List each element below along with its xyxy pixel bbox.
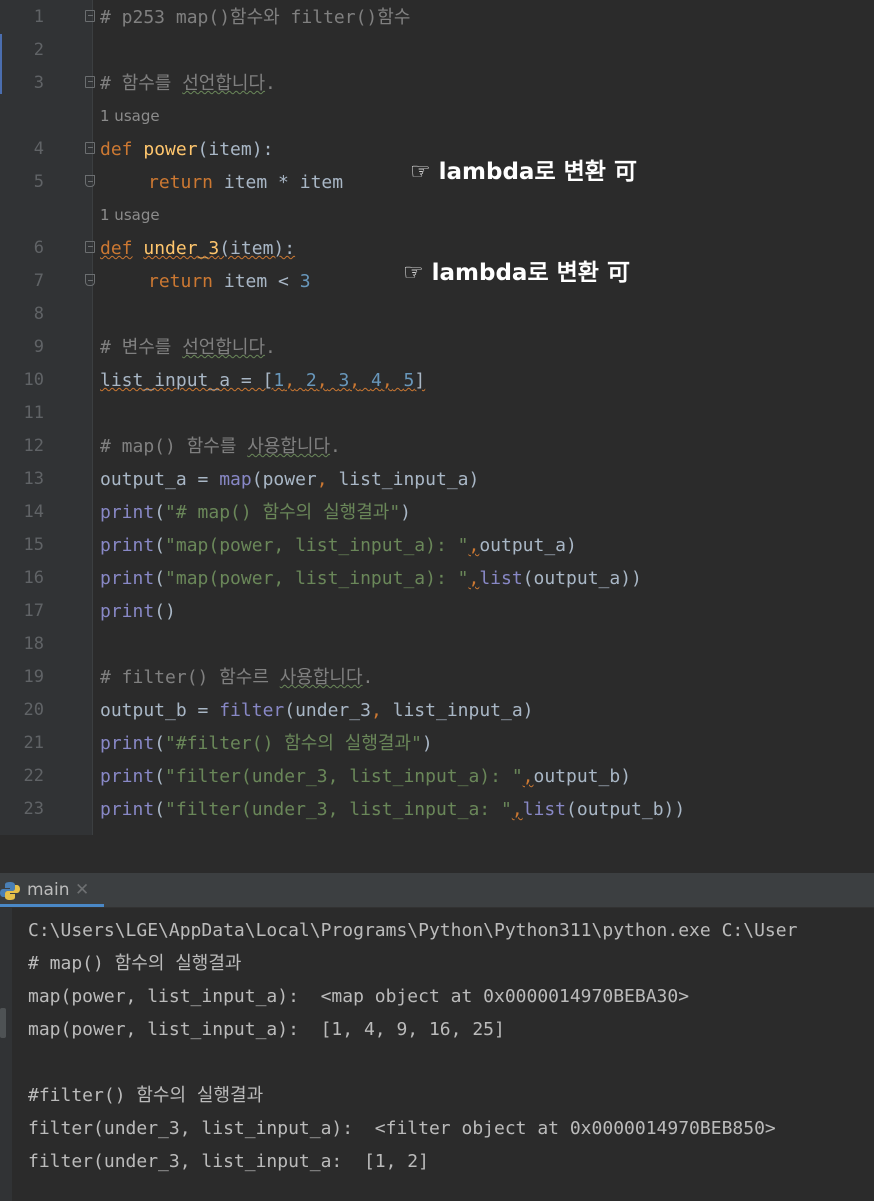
line-number: 2 [33,40,44,60]
line-number: 7 [33,271,44,291]
function-name-power: power [143,139,198,160]
run-panel: main ✕ C:\Users\LGE\AppData\Local\Progra… [0,835,874,1201]
console-line: map(power, list_input_a): [1, 4, 9, 16, … [28,1019,505,1040]
code-line-8[interactable]: 8 [0,298,874,331]
function-name-under-3: under_3 [143,238,220,259]
python-icon [0,881,20,901]
usage-hint[interactable]: 1 usage [100,100,160,133]
code-line-14[interactable]: 14 print("# map() 함수의 실행결과") [0,496,874,529]
code-line-18[interactable]: 18 [0,628,874,661]
code-line-10[interactable]: 10 list_input_a = [1, 2, 3, 4, 5] [0,364,874,397]
line-number: 16 [23,568,44,588]
comment: # p253 map()함수와 filter()함수 [100,7,411,28]
code-line-17[interactable]: 17 print() [0,595,874,628]
code-line-11[interactable]: 11 [0,397,874,430]
code-line-21[interactable]: 21 print("#filter() 함수의 실행결과") [0,727,874,760]
line-number: 9 [33,337,44,357]
code-line-20[interactable]: 20 output_b = filter(under_3, list_input… [0,694,874,727]
keyword-def: def [100,238,133,259]
comment: # filter() 함수르 사용합니다. [100,667,374,688]
code-line-13[interactable]: 13 output_a = map(power, list_input_a) [0,463,874,496]
lambda-annotation: ☞ lambda로 변환 可 [403,260,630,286]
console-line: # map() 함수의 실행결과 [28,953,242,974]
code-line-2[interactable]: 2 [0,34,874,67]
fold-icon[interactable] [85,10,95,22]
line-number: 21 [23,733,44,753]
code-editor[interactable]: 1 # p253 map()함수와 filter()함수 2 3 # 함수를 선… [0,0,874,835]
line-number: 22 [23,766,44,786]
code-line-16[interactable]: 16 print("map(power, list_input_a): ",li… [0,562,874,595]
run-toolbar-strip [0,908,12,1201]
tab-main[interactable]: main ✕ [0,873,104,907]
line-number: 14 [23,502,44,522]
keyword-return: return [148,172,214,193]
usage-hint[interactable]: 1 usage [100,199,160,232]
close-icon[interactable]: ✕ [75,873,89,907]
line-number: 11 [23,403,44,423]
line-number: 1 [33,7,44,27]
line-number: 13 [23,469,44,489]
code-line-22[interactable]: 22 print("filter(under_3, list_input_a):… [0,760,874,793]
line-number: 12 [23,436,44,456]
line-number: 5 [33,172,44,192]
console-line: filter(under_3, list_input_a): <filter o… [28,1118,776,1139]
code-line-9[interactable]: 9 # 변수를 선언합니다. [0,331,874,364]
line-number: 10 [23,370,44,390]
code-line-23[interactable]: 23 print("filter(under_3, list_input_a: … [0,793,874,826]
line-number: 3 [33,73,44,93]
comment: # 변수를 선언합니다. [100,337,276,358]
code-line-12[interactable]: 12 # map() 함수를 사용합니다. [0,430,874,463]
code-line-15[interactable]: 15 print("map(power, list_input_a): ",ou… [0,529,874,562]
comment: # map() 함수를 사용합니다. [100,436,341,457]
code-line-3[interactable]: 3 # 함수를 선언합니다. [0,67,874,100]
fold-icon[interactable] [85,76,95,88]
fold-icon[interactable] [85,142,95,154]
code-line-19[interactable]: 19 # filter() 함수르 사용합니다. [0,661,874,694]
line-number: 15 [23,535,44,555]
lambda-annotation: ☞ lambda로 변환 可 [410,159,637,185]
tab-label: main [27,880,70,900]
fold-end-icon[interactable] [85,175,95,187]
line-number: 18 [23,634,44,654]
console-line: C:\Users\LGE\AppData\Local\Programs\Pyth… [28,920,798,941]
line-number: 6 [33,238,44,258]
line-number: 4 [33,139,44,159]
console-line: filter(under_3, list_input_a: [1, 2] [28,1151,429,1172]
line-number: 17 [23,601,44,621]
console-line: map(power, list_input_a): <map object at… [28,986,690,1007]
line-number: 23 [23,799,44,819]
fold-end-icon[interactable] [85,274,95,286]
line-number: 19 [23,667,44,687]
scroll-marker[interactable] [0,1008,6,1038]
keyword-def: def [100,139,133,160]
line-number: 8 [33,304,44,324]
code-line-1[interactable]: 1 # p253 map()함수와 filter()함수 [0,1,874,34]
comment: # 함수를 선언합니다. [100,73,276,94]
run-tab-bar: main ✕ [0,873,874,908]
line-number: 20 [23,700,44,720]
fold-icon[interactable] [85,241,95,253]
keyword-return: return [148,271,214,292]
console-line: #filter() 함수의 실행결과 [28,1085,264,1106]
